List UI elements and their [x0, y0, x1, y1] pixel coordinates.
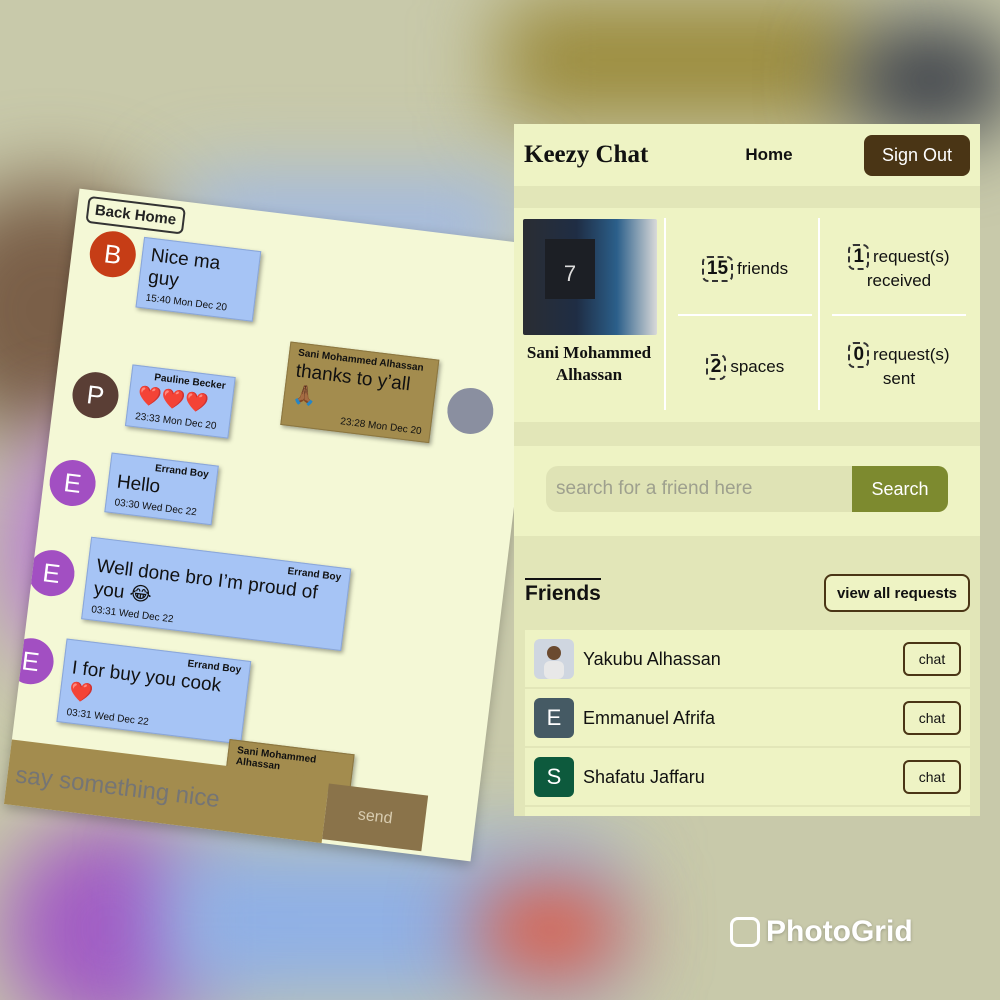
friends-title: Friends	[525, 578, 601, 606]
profile-name: Sani Mohammed Alhassan	[526, 343, 652, 384]
friend-row[interactable]: Yakubu Alhassan chat	[525, 630, 970, 687]
send-button[interactable]: send	[322, 783, 429, 852]
message-bubble: Pauline Becker ❤️❤️❤️ 23:33 Mon Dec 20	[124, 364, 236, 439]
profile-photo-jersey: 7	[545, 239, 595, 299]
message-bubble: Errand Boy Hello 03:30 Wed Dec 22	[104, 452, 219, 526]
stat-friends-label: friends	[737, 259, 789, 278]
app-header: Keezy Chat Home Sign Out	[514, 124, 980, 200]
search-button[interactable]: Search	[852, 466, 948, 512]
friend-avatar: S	[534, 757, 574, 797]
stat-requests-sent[interactable]: 0 request(s) sent	[824, 342, 974, 390]
stat-received-label: request(s)	[873, 247, 950, 266]
friend-search-input[interactable]	[546, 466, 852, 512]
avatar: B	[87, 228, 139, 280]
friend-row[interactable]: E Emmanuel Afrifa chat	[525, 689, 970, 746]
background-blob	[470, 880, 630, 980]
friend-name: Shafatu Jaffaru	[583, 767, 705, 787]
stat-requests-received[interactable]: 1 request(s) received	[824, 244, 974, 292]
stat-spaces-label: spaces	[730, 357, 785, 376]
divider	[818, 218, 820, 410]
nav-home-link[interactable]: Home	[704, 145, 864, 165]
app-title: Keezy Chat	[524, 141, 649, 168]
friend-name: Yakubu Alhassan	[583, 649, 721, 669]
friends-section: Friends view all requests Yakubu Alhassa…	[514, 564, 980, 816]
stat-received-count: 1	[848, 244, 870, 270]
own-avatar-photo	[444, 385, 496, 437]
message-bubble-own: Sani Mohammed Alhassan thanks to y’all🙏🏾…	[280, 341, 440, 444]
message-bubble: Errand Boy I for buy you cook ❤️ 03:31 W…	[56, 638, 252, 745]
photogrid-watermark: PhotoGrid	[730, 915, 913, 949]
stat-spaces-count: 2	[705, 354, 727, 380]
photogrid-logo-icon	[730, 917, 760, 947]
watermark-text: PhotoGrid	[766, 915, 913, 948]
background-blob	[840, 20, 1000, 140]
stat-sent-label: request(s)	[873, 345, 950, 364]
divider	[832, 314, 966, 316]
stat-sent-label-2: sent	[882, 369, 916, 388]
sign-out-button[interactable]: Sign Out	[863, 134, 970, 176]
profile-card: 7 Sani Mohammed Alhassan 15 friends 1 requ…	[514, 208, 980, 422]
stat-sent-count: 0	[848, 342, 870, 368]
message-bubble: Nice ma guy 15:40 Mon Dec 20	[135, 236, 262, 322]
stat-spaces[interactable]: 2 spaces	[670, 354, 820, 380]
profile-photo: 7	[523, 219, 657, 335]
chat-button[interactable]: chat	[903, 642, 961, 676]
friend-avatar-photo	[534, 639, 574, 679]
keezy-chat-home: Keezy Chat Home Sign Out 7 Sani Mohammed…	[514, 124, 980, 816]
stat-received-label-2: received	[866, 271, 932, 290]
chat-screen: Back Home B Nice ma guy 15:40 Mon Dec 20…	[3, 188, 547, 862]
stat-friends[interactable]: 15 friends	[670, 256, 820, 282]
divider	[664, 218, 666, 410]
friend-name: Emmanuel Afrifa	[583, 708, 716, 728]
message-text: Nice ma guy	[146, 244, 222, 292]
background-blob	[500, 0, 860, 120]
stat-friends-count: 15	[701, 256, 734, 282]
friend-row[interactable]: S Shafatu Jaffaru chat	[525, 748, 970, 805]
avatar: E	[25, 547, 78, 599]
person-icon	[544, 646, 564, 679]
search-card: Search	[514, 446, 980, 536]
avatar: E	[46, 457, 99, 509]
avatar: P	[69, 369, 122, 421]
chat-button[interactable]: chat	[903, 701, 961, 735]
friend-avatar: E	[534, 698, 574, 738]
divider	[678, 314, 812, 316]
back-home-button[interactable]: Back Home	[85, 195, 186, 235]
view-all-requests-button[interactable]: view all requests	[824, 574, 970, 612]
chat-button[interactable]: chat	[903, 760, 961, 794]
friend-row[interactable]	[525, 807, 970, 816]
message-bubble: Errand Boy Well done bro I’m proud of yo…	[81, 536, 352, 651]
